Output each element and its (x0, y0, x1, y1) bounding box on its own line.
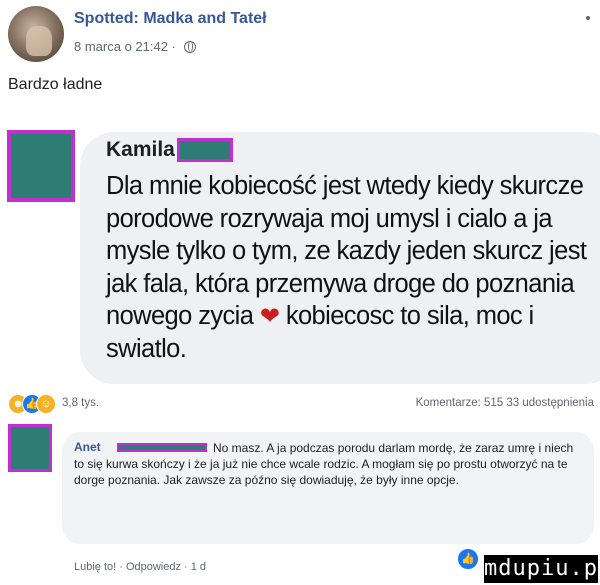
comment-avatar[interactable] (8, 424, 52, 472)
more-options-icon[interactable] (586, 16, 590, 20)
page-name-link[interactable]: Spotted: Madka and Tateł (74, 10, 267, 28)
censored-avatar (7, 130, 75, 202)
image-author-name: Kamila (106, 138, 175, 161)
shared-image[interactable]: Kamila Dla mnie kobiecość jest wtedy kie… (0, 114, 600, 384)
watermark-logo: mdupiu.pl (484, 555, 600, 583)
image-author: Kamila (106, 138, 233, 162)
comment-age[interactable]: 1 d (191, 561, 206, 573)
like-link[interactable]: Lubię to! (74, 561, 116, 573)
censor-bar (176, 138, 233, 162)
wow-reaction-icon[interactable]: ☺ (36, 394, 56, 414)
reactions-row: ☻ 👍 ☺ 3,8 tys. Komentarze: 515 33 udostę… (8, 394, 598, 414)
post-caption: Bardzo ładne (8, 76, 103, 93)
post-header: Spotted: Madka and Tateł 8 marca o 21:42… (8, 6, 592, 66)
comment-like-icon[interactable]: 👍 (456, 547, 480, 571)
comment-actions: Lubię to! · Odpowiedz · 1 d (74, 561, 207, 573)
image-text: Dla mnie kobiecość jest wtedy kiedy skur… (106, 170, 596, 365)
comments-shares-count[interactable]: Komentarze: 515 33 udostępnienia (416, 397, 594, 409)
heart-icon: ❤ (259, 303, 280, 330)
reaction-count[interactable]: 3,8 tys. (62, 397, 99, 409)
globe-icon (183, 41, 196, 53)
comment-text: No masz. A ja podczas porodu darlam mord… (74, 440, 574, 488)
page-avatar[interactable] (8, 6, 64, 62)
reply-link[interactable]: Odpowiedz (126, 561, 181, 573)
comment-body: No masz. A ja podczas porodu darlam mord… (74, 441, 574, 487)
post-meta: 8 marca o 21:42 · (74, 39, 196, 54)
post-timestamp[interactable]: 8 marca o 21:42 · (74, 39, 176, 54)
